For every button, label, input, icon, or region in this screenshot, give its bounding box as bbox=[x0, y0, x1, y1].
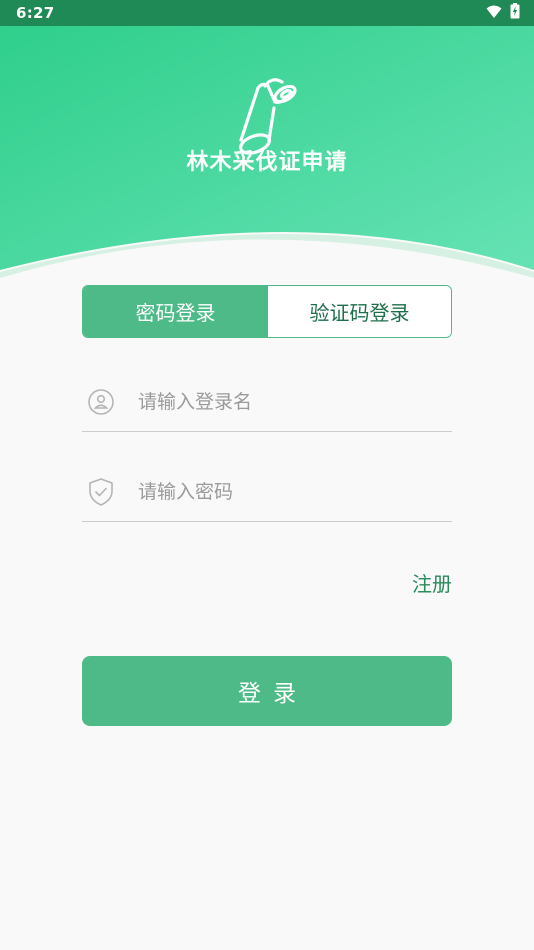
status-bar: 6:27 bbox=[0, 0, 534, 26]
user-circle-icon bbox=[84, 385, 118, 419]
tab-code-login[interactable]: 验证码登录 bbox=[268, 286, 451, 337]
password-input[interactable] bbox=[136, 479, 440, 504]
battery-charging-icon bbox=[510, 3, 520, 23]
login-button[interactable]: 登录 bbox=[82, 656, 452, 726]
status-time: 6:27 bbox=[16, 4, 55, 22]
register-link[interactable]: 注册 bbox=[380, 568, 452, 597]
shield-check-icon bbox=[84, 475, 118, 509]
app-title: 林木采伐证申请 bbox=[186, 150, 348, 175]
status-icons bbox=[486, 3, 520, 23]
username-field bbox=[82, 372, 452, 432]
password-field bbox=[82, 462, 452, 522]
username-input[interactable] bbox=[136, 389, 440, 414]
wifi-icon bbox=[486, 4, 502, 23]
login-mode-tabs: 密码登录 验证码登录 bbox=[82, 285, 452, 338]
tab-password-login[interactable]: 密码登录 bbox=[83, 286, 268, 337]
